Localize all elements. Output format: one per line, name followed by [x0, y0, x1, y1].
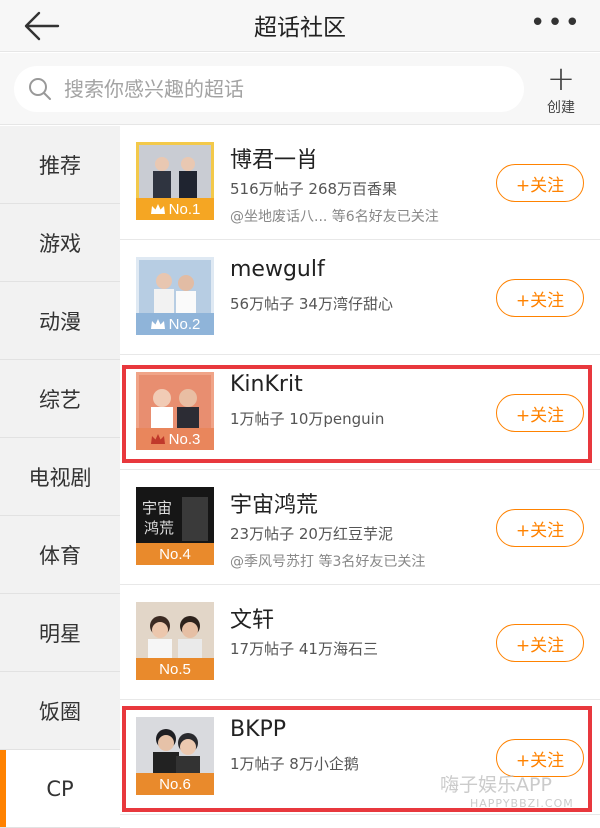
page-title: 超话社区: [254, 15, 346, 41]
search-box[interactable]: [14, 66, 524, 112]
sidebar-item-stars[interactable]: 明星: [0, 594, 120, 672]
create-button[interactable]: + 创建: [536, 59, 586, 119]
search-input[interactable]: [64, 74, 504, 104]
topic-cover-image: No.1: [136, 142, 214, 220]
watermark-text: 嗨子娱乐APP: [440, 774, 552, 796]
sidebar-item-tv[interactable]: 电视剧: [0, 438, 120, 516]
friends-followed-text: @坐地废话八... 等6名好友已关注: [230, 209, 439, 225]
topic-cover-image: No.5: [136, 602, 214, 680]
plus-icon: +: [546, 59, 576, 99]
svg-text:宇宙: 宇宙: [142, 499, 172, 517]
highlight-box-kinkrit: [122, 365, 592, 463]
create-label: 创建: [547, 100, 575, 116]
follow-button[interactable]: +关注: [496, 509, 584, 547]
crown-icon: [150, 319, 165, 329]
rank-badge: No.1: [136, 198, 214, 220]
more-options-icon[interactable]: •••: [530, 8, 582, 38]
topic-row[interactable]: 宇宙 鸿荒 No.4 宇宙鸿荒 23万帖子 20万红豆芋泥 @季风号苏打 等3名…: [120, 471, 600, 585]
category-sidebar: 推荐 游戏 动漫 综艺 电视剧 体育 明星 饭圈 CP: [0, 126, 120, 828]
topic-cover-image: No.2: [136, 257, 214, 335]
sidebar-item-fandom[interactable]: 饭圈: [0, 672, 120, 750]
sidebar-item-anime[interactable]: 动漫: [0, 282, 120, 360]
topic-stats: 516万帖子 268万百香果: [230, 180, 398, 198]
topic-name: 宇宙鸿荒: [230, 493, 319, 518]
svg-text:鸿荒: 鸿荒: [144, 519, 174, 537]
topic-stats: 17万帖子 41万海石三: [230, 640, 378, 658]
sidebar-item-sports[interactable]: 体育: [0, 516, 120, 594]
friends-followed-text: @季风号苏打 等3名好友已关注: [230, 554, 426, 570]
search-bar-row: + 创建: [0, 53, 600, 125]
sidebar-item-variety[interactable]: 综艺: [0, 360, 120, 438]
topic-row[interactable]: No.1 博君一肖 516万帖子 268万百香果 @坐地废话八... 等6名好友…: [120, 126, 600, 240]
crown-icon: [150, 204, 165, 214]
topic-name: 文轩: [230, 608, 275, 633]
topic-stats: 56万帖子 34万湾仔甜心: [230, 295, 393, 313]
topic-cover-image: 宇宙 鸿荒 No.4: [136, 487, 214, 565]
topic-name: 博君一肖: [230, 148, 319, 173]
watermark-subtext: HAPPYBBZI.COM: [470, 797, 574, 810]
rank-badge: No.5: [136, 658, 214, 680]
topic-name: mewgulf: [230, 257, 325, 282]
topic-row[interactable]: No.2 mewgulf 56万帖子 34万湾仔甜心 +关注: [120, 241, 600, 355]
rank-badge: No.4: [136, 543, 214, 565]
sidebar-item-games[interactable]: 游戏: [0, 204, 120, 282]
sidebar-item-recommend[interactable]: 推荐: [0, 126, 120, 204]
topic-row[interactable]: No.5 文轩 17万帖子 41万海石三 +关注: [120, 586, 600, 700]
follow-button[interactable]: +关注: [496, 164, 584, 202]
follow-button[interactable]: +关注: [496, 624, 584, 662]
topic-stats: 23万帖子 20万红豆芋泥: [230, 525, 393, 543]
follow-button[interactable]: +关注: [496, 279, 584, 317]
sidebar-item-cp[interactable]: CP: [0, 750, 120, 828]
rank-badge: No.2: [136, 313, 214, 335]
search-icon: [28, 77, 52, 101]
top-bar: 超话社区 •••: [0, 0, 600, 52]
